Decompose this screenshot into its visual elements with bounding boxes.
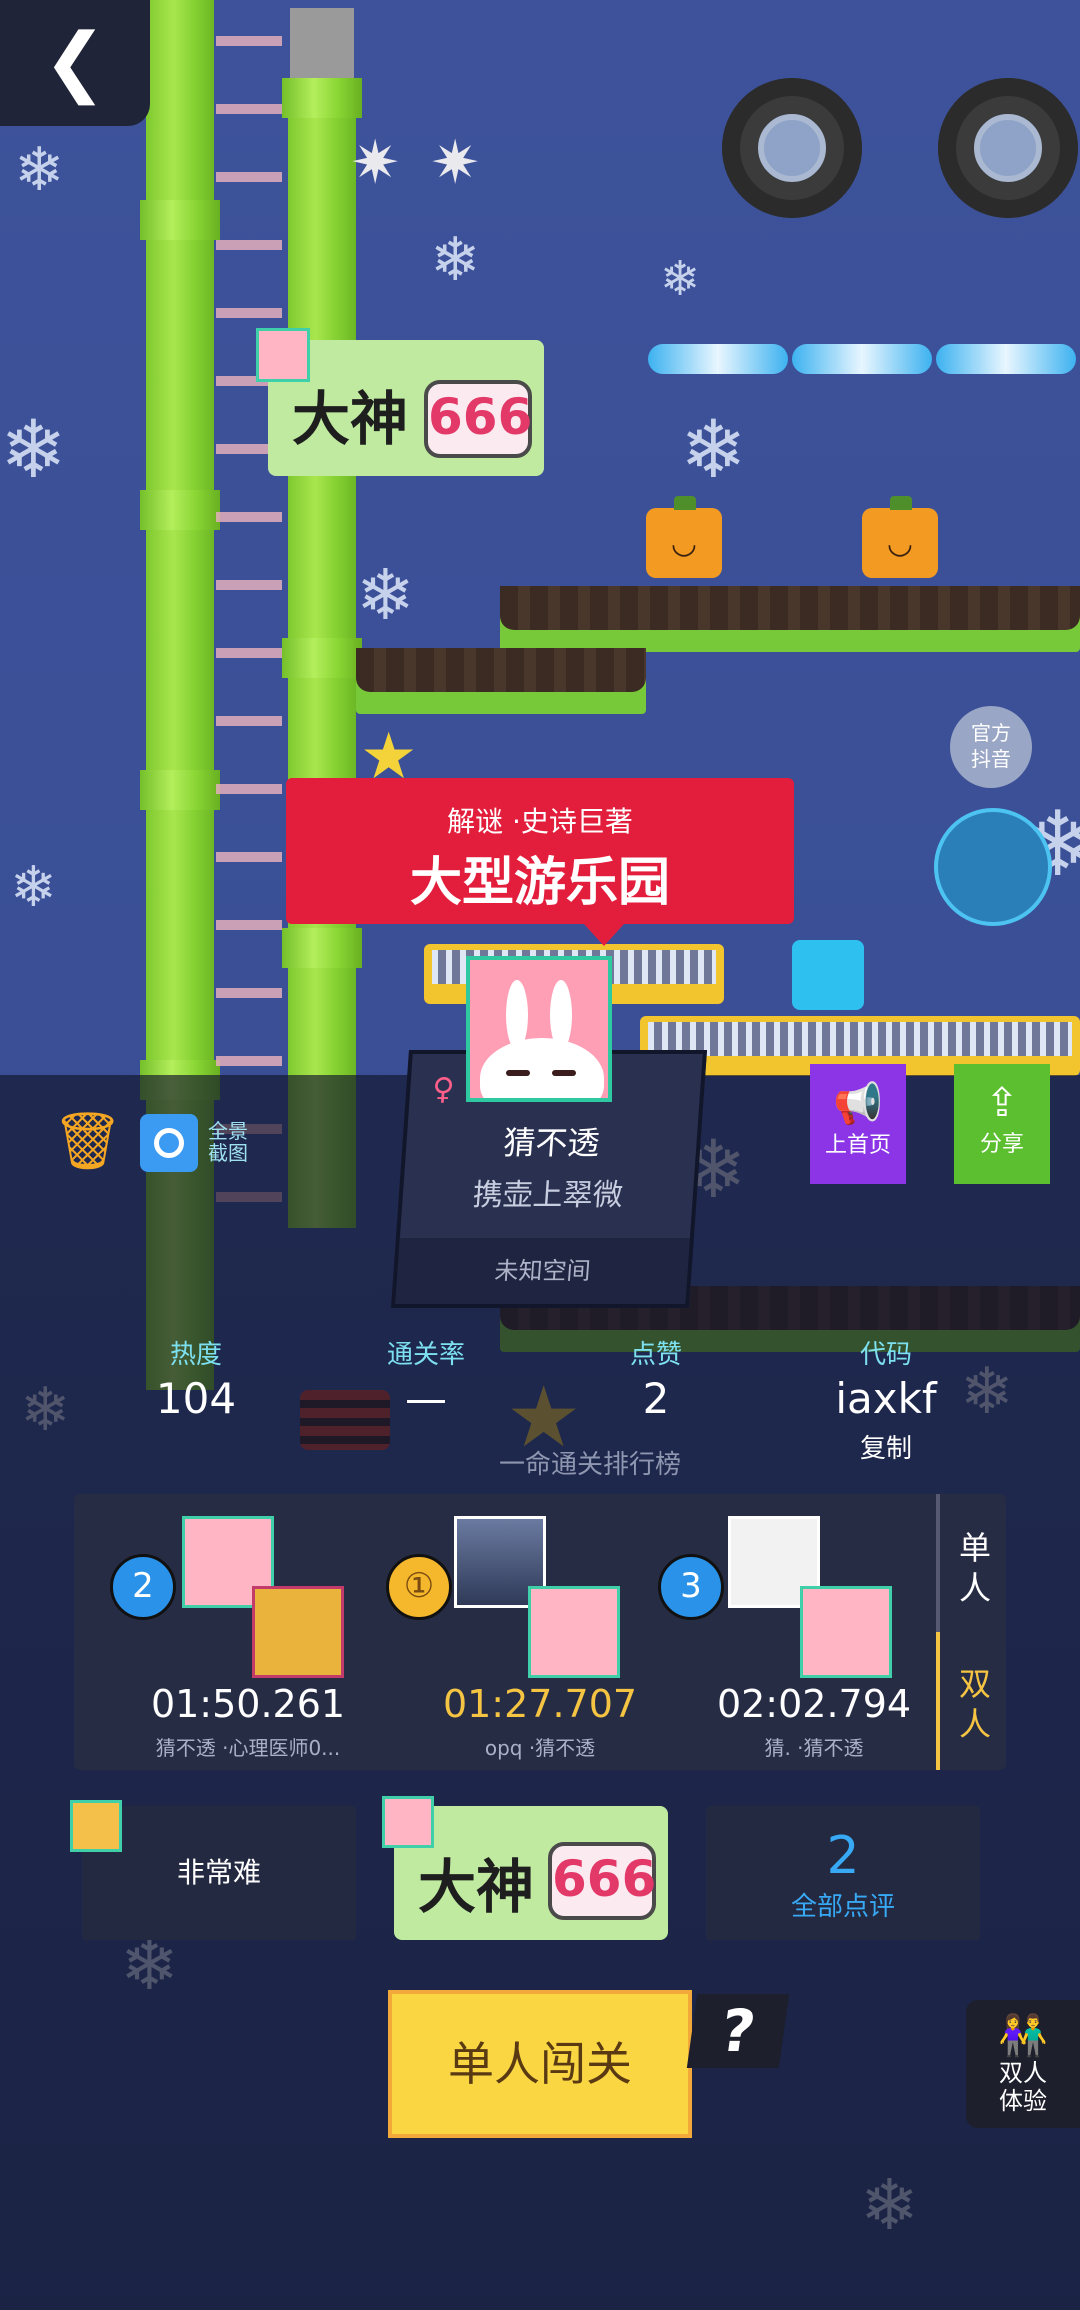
master-sign-label: 大神 xyxy=(292,385,409,453)
chevron-left-icon: ❮ xyxy=(43,16,107,105)
reviews-count: 2 xyxy=(826,1826,860,1886)
tab-single[interactable]: 单 人 xyxy=(950,1528,1000,1608)
rank-badge: 3 xyxy=(658,1554,724,1620)
stat-heat-value: 104 xyxy=(155,1374,237,1423)
ad-badge-icon[interactable] xyxy=(934,808,1052,926)
snowflake-icon: ❄ xyxy=(10,855,57,920)
author-name: 猜不透 xyxy=(502,1124,601,1162)
back-button[interactable]: ❮ xyxy=(0,0,150,126)
duo-experience-button[interactable]: 👫 双人 体验 xyxy=(966,2000,1080,2128)
copy-code-button[interactable]: 复制 xyxy=(786,1428,986,1465)
green-pipe xyxy=(282,78,362,1228)
author-space: 未知空间 xyxy=(395,1238,690,1304)
wheel-icon xyxy=(722,78,862,218)
master-sign: 大神 666 xyxy=(256,328,544,476)
reviews-label: 全部点评 xyxy=(790,1892,895,1922)
duo-label: 双人 体验 xyxy=(999,2059,1047,2115)
snowflake-icon: ❄ xyxy=(680,403,748,496)
author-motto: 携壶上翠微 xyxy=(471,1178,625,1213)
ice-block xyxy=(792,940,864,1010)
player-avatar[interactable] xyxy=(800,1586,892,1678)
rank-badge: 2 xyxy=(110,1554,176,1620)
stat-code-label: 代码 xyxy=(859,1340,912,1370)
author-avatar[interactable] xyxy=(466,956,612,1102)
wave-platform xyxy=(792,344,932,374)
wave-platform xyxy=(648,344,788,374)
ranking-board: 2 01:50.261 猜不透 ·心理医师0... ① 01:27.707 op… xyxy=(74,1494,1006,1770)
difficulty-label: 非常难 xyxy=(82,1806,356,1940)
player-avatar[interactable] xyxy=(528,1586,620,1678)
stat-pass-value: — xyxy=(405,1374,447,1423)
chocolate-ledge xyxy=(356,648,646,714)
share-label: 分享 xyxy=(979,1132,1024,1157)
music-note-column xyxy=(216,0,282,1250)
master-sign-label: 大神 xyxy=(418,1853,535,1921)
tab-indicator xyxy=(936,1632,940,1770)
two-people-icon: 👫 xyxy=(998,2013,1048,2059)
single-play-button[interactable]: 单人闯关 xyxy=(388,1990,692,2138)
master-sign-bottom: 大神 666 xyxy=(382,1796,668,1940)
wheel-icon xyxy=(938,78,1078,218)
official-douyin-button[interactable]: 官方 抖音 xyxy=(950,706,1032,788)
stat-pass-label: 通关率 xyxy=(386,1340,465,1370)
stone-block xyxy=(290,8,354,78)
badge-666: 666 xyxy=(424,380,532,458)
level-title-banner: 解谜 ·史诗巨著 大型游乐园 xyxy=(286,778,794,946)
chocolate-ledge xyxy=(500,586,1080,652)
help-button[interactable]: ? xyxy=(686,1994,790,2068)
snowflake-icon: ❄ xyxy=(660,251,701,307)
trash-icon[interactable]: 🗑 xyxy=(52,1110,123,1174)
stat-like-label: 点赞 xyxy=(629,1340,682,1370)
home-feature-label: 上首页 xyxy=(824,1133,891,1158)
snowflake-icon: ❄ xyxy=(0,403,68,496)
rank-time: 01:50.261 xyxy=(150,1682,346,1726)
wave-platform xyxy=(936,344,1076,374)
pumpkin-block: ◡ xyxy=(646,496,722,578)
stat-heat-label: 热度 xyxy=(169,1340,222,1370)
screenshot-label: 全景 截图 xyxy=(208,1119,248,1165)
all-reviews-button[interactable]: 2 全部点评 xyxy=(706,1806,980,1940)
rank-players: opq ·猜不透 xyxy=(484,1736,596,1760)
screenshot-button[interactable] xyxy=(140,1114,198,1172)
rank-time: 01:27.707 xyxy=(442,1682,638,1726)
share-icon: ⇪ xyxy=(985,1080,1019,1126)
rank-players: 猜不透 ·心理医师0... xyxy=(155,1736,341,1760)
megaphone-icon: 📢 xyxy=(833,1081,883,1127)
snowflake-icon: ❄ xyxy=(356,554,415,636)
female-icon: ♀ xyxy=(431,1072,456,1107)
badge-666: 666 xyxy=(548,1842,656,1920)
stat-code-value[interactable]: iaxkf xyxy=(786,1374,986,1423)
snowflake-icon: ❄ xyxy=(430,225,481,295)
tab-double[interactable]: 双 人 xyxy=(950,1664,1000,1744)
level-title: 大型游乐园 xyxy=(409,853,670,913)
rank-players: 猜. ·猜不透 xyxy=(764,1736,864,1760)
rank-badge-first: ① xyxy=(386,1554,452,1620)
level-tags: 解谜 ·史诗巨著 xyxy=(447,805,633,838)
player-avatar[interactable] xyxy=(252,1586,344,1678)
ranking-title: 一命通关排行榜 xyxy=(498,1450,681,1480)
spike-ball-icon: ✷ xyxy=(350,128,401,198)
pumpkin-block: ◡ xyxy=(862,496,938,578)
spike-ball-icon: ✷ xyxy=(430,128,481,198)
difficulty-icon xyxy=(70,1800,122,1852)
stat-like-value: 2 xyxy=(642,1374,670,1423)
rank-time: 02:02.794 xyxy=(716,1682,912,1726)
snowflake-icon: ❄ xyxy=(14,135,65,205)
share-button[interactable]: ⇪ 分享 xyxy=(954,1064,1050,1184)
home-feature-button[interactable]: 📢 上首页 xyxy=(810,1064,906,1184)
camera-icon xyxy=(154,1128,184,1158)
